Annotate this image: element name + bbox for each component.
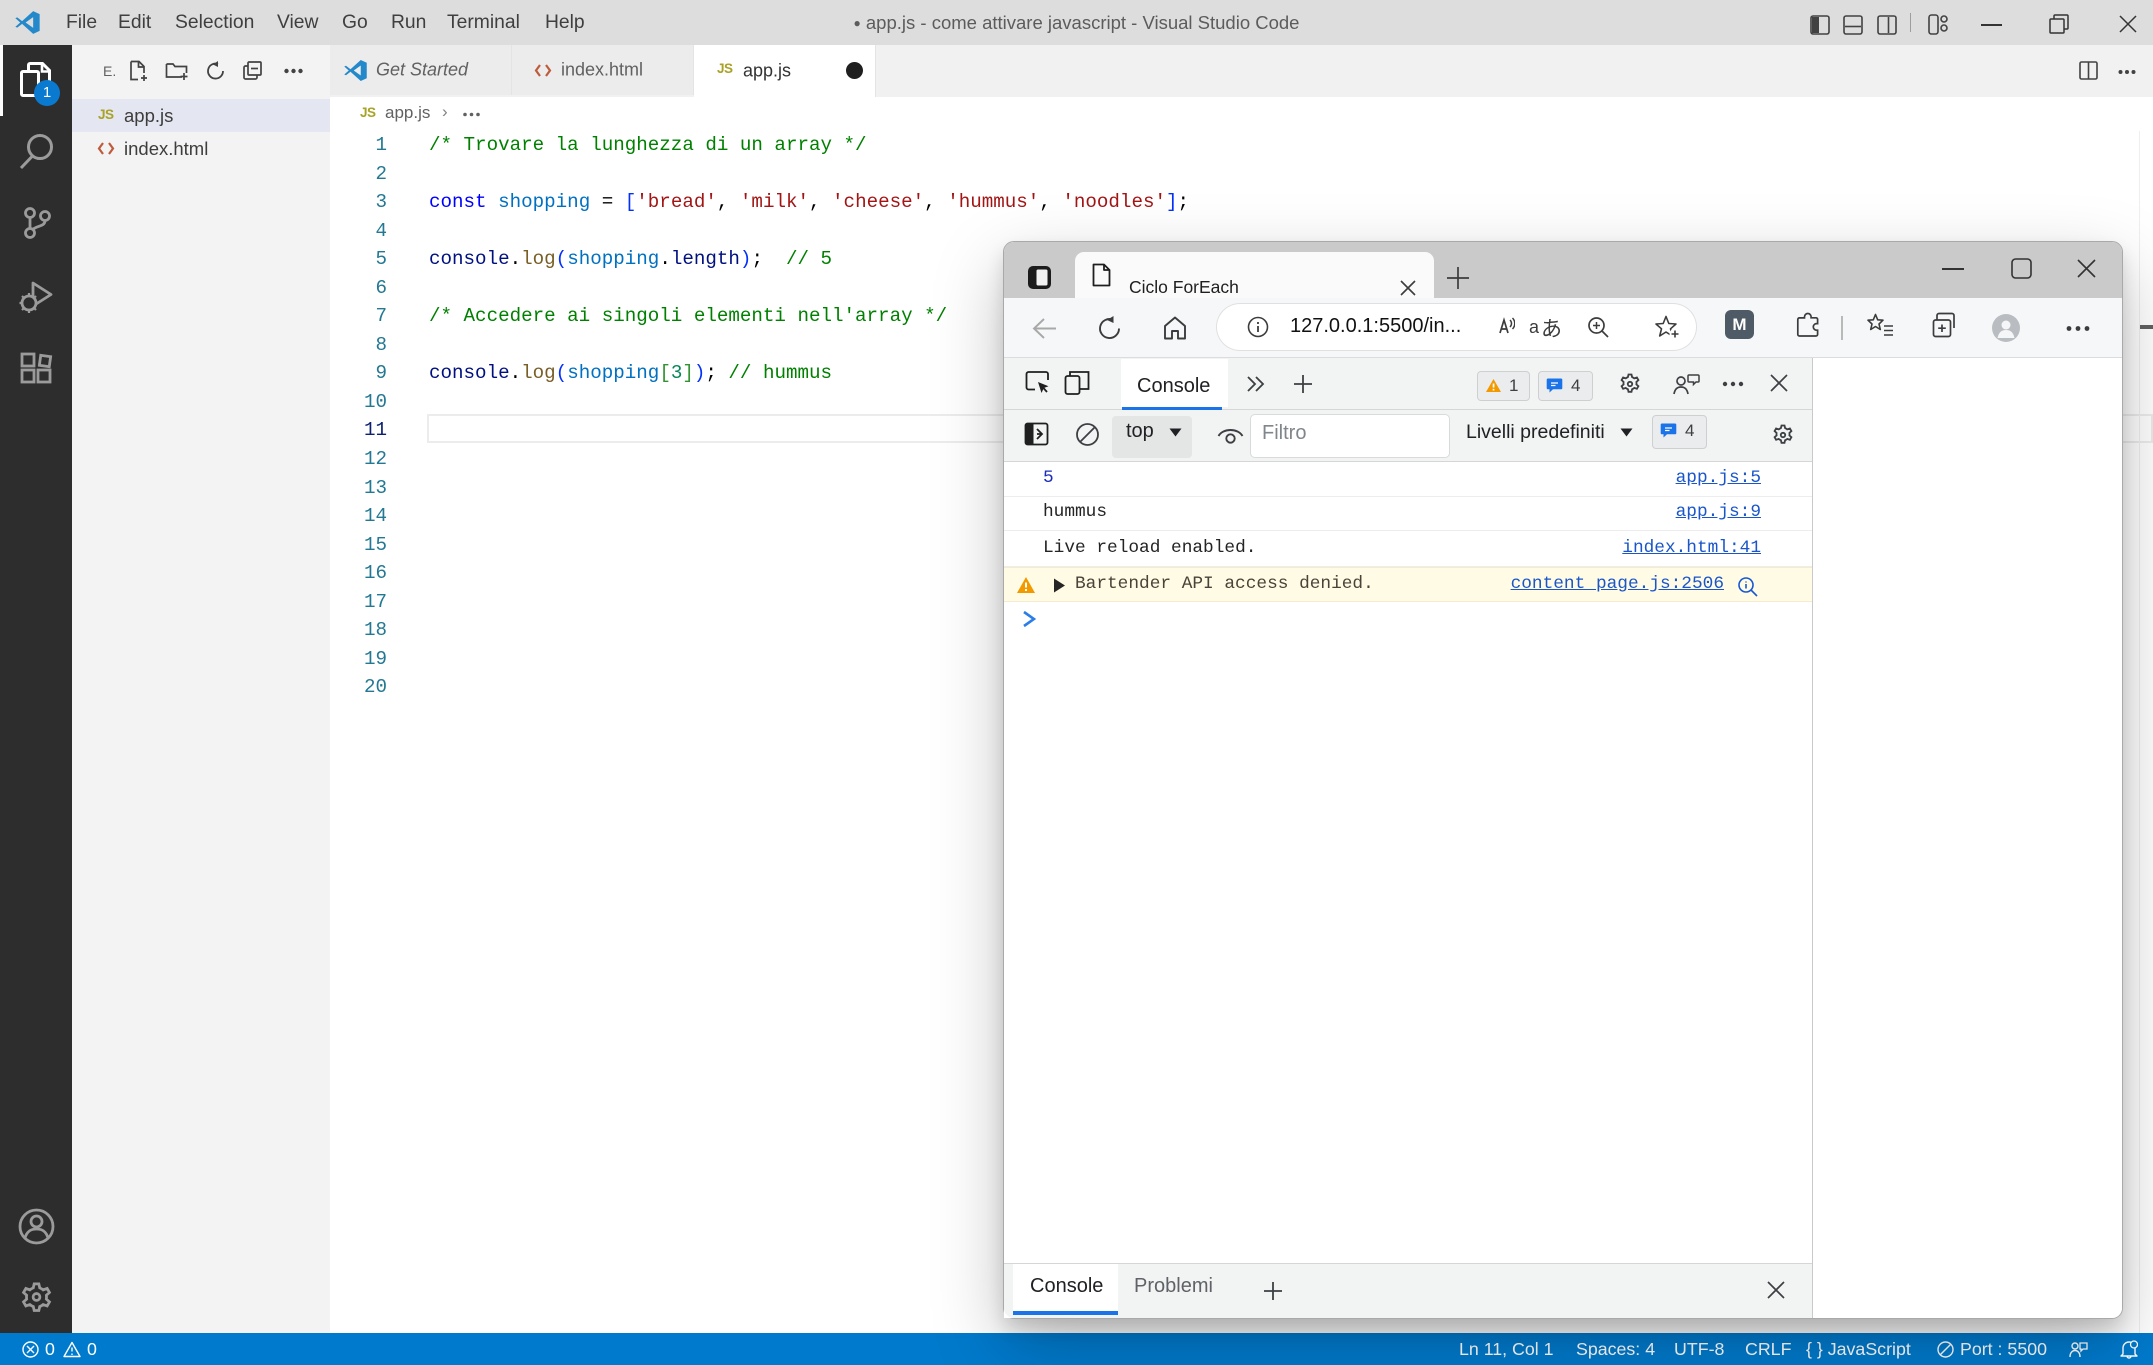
svg-text:a: a <box>1529 317 1540 337</box>
svg-text:あ: あ <box>1541 318 1562 340</box>
